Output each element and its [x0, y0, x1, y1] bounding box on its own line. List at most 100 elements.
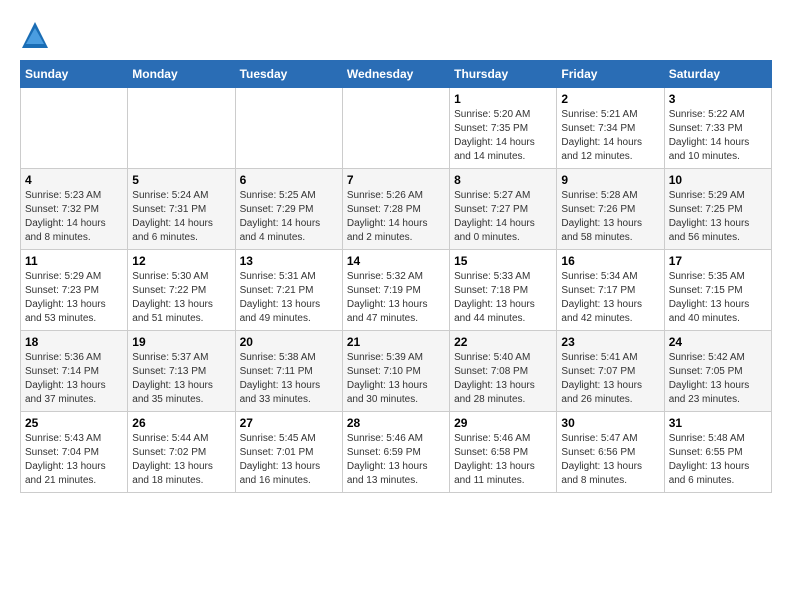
calendar-cell: 2 Sunrise: 5:21 AM Sunset: 7:34 PM Daylig… [557, 88, 664, 169]
day-content: Sunrise: 5:37 AM Sunset: 7:13 PM Dayligh… [132, 351, 230, 407]
day-number: 1 [454, 92, 552, 106]
calendar-cell: 27 Sunrise: 5:45 AM Sunset: 7:01 PM Dayli… [235, 412, 342, 493]
day-number: 24 [669, 335, 767, 349]
day-content: Sunrise: 5:38 AM Sunset: 7:11 PM Dayligh… [240, 351, 338, 407]
day-number: 25 [25, 416, 123, 430]
calendar-cell: 22Sunrise: 5:40 AM Sunset: 7:08 PM Dayli… [450, 331, 557, 412]
header-tuesday: Tuesday [235, 61, 342, 88]
day-content: Sunrise: 5:46 AM Sunset: 6:58 PM Dayligh… [454, 432, 552, 488]
header-saturday: Saturday [664, 61, 771, 88]
day-number: 7 [347, 173, 445, 187]
day-number: 19 [132, 335, 230, 349]
calendar-cell: 26 Sunrise: 5:44 AM Sunset: 7:02 PM Dayli… [128, 412, 235, 493]
day-number: 21 [347, 335, 445, 349]
day-number: 9 [561, 173, 659, 187]
calendar-cell: 21Sunrise: 5:39 AM Sunset: 7:10 PM Dayli… [342, 331, 449, 412]
day-number: 8 [454, 173, 552, 187]
day-number: 11 [25, 254, 123, 268]
calendar-cell [342, 88, 449, 169]
day-content: Sunrise: 5:28 AM Sunset: 7:26 PM Dayligh… [561, 189, 659, 245]
day-content: Sunrise: 5:29 AM Sunset: 7:23 PM Dayligh… [25, 270, 123, 326]
day-content: Sunrise: 5:25 AM Sunset: 7:29 PM Dayligh… [240, 189, 338, 245]
week-row-4: 18 Sunrise: 5:36 AM Sunset: 7:14 PM Dayli… [21, 331, 772, 412]
day-number: 20 [240, 335, 338, 349]
day-content: Sunrise: 5:45 AM Sunset: 7:01 PM Dayligh… [240, 432, 338, 488]
day-content: Sunrise: 5:26 AM Sunset: 7:28 PM Dayligh… [347, 189, 445, 245]
day-number: 23 [561, 335, 659, 349]
calendar-cell: 17 Sunrise: 5:35 AM Sunset: 7:15 PM Dayli… [664, 250, 771, 331]
day-number: 2 [561, 92, 659, 106]
calendar-cell: 1 Sunrise: 5:20 AM Sunset: 7:35 PM Daylig… [450, 88, 557, 169]
day-number: 3 [669, 92, 767, 106]
calendar-cell: 12 Sunrise: 5:30 AM Sunset: 7:22 PM Dayli… [128, 250, 235, 331]
day-number: 10 [669, 173, 767, 187]
day-content: Sunrise: 5:41 AM Sunset: 7:07 PM Dayligh… [561, 351, 659, 407]
calendar-body: 1 Sunrise: 5:20 AM Sunset: 7:35 PM Daylig… [21, 88, 772, 493]
calendar-cell: 14Sunrise: 5:32 AM Sunset: 7:19 PM Dayli… [342, 250, 449, 331]
header-friday: Friday [557, 61, 664, 88]
day-content: Sunrise: 5:48 AM Sunset: 6:55 PM Dayligh… [669, 432, 767, 488]
day-number: 27 [240, 416, 338, 430]
day-content: Sunrise: 5:33 AM Sunset: 7:18 PM Dayligh… [454, 270, 552, 326]
calendar-cell: 30Sunrise: 5:47 AM Sunset: 6:56 PM Dayli… [557, 412, 664, 493]
day-content: Sunrise: 5:21 AM Sunset: 7:34 PM Dayligh… [561, 108, 659, 164]
day-number: 13 [240, 254, 338, 268]
calendar-cell: 24Sunrise: 5:42 AM Sunset: 7:05 PM Dayli… [664, 331, 771, 412]
page-header [20, 20, 772, 50]
day-number: 12 [132, 254, 230, 268]
day-content: Sunrise: 5:44 AM Sunset: 7:02 PM Dayligh… [132, 432, 230, 488]
calendar-cell: 18 Sunrise: 5:36 AM Sunset: 7:14 PM Dayli… [21, 331, 128, 412]
calendar-cell: 9 Sunrise: 5:28 AM Sunset: 7:26 PM Daylig… [557, 169, 664, 250]
day-number: 18 [25, 335, 123, 349]
calendar-cell: 19 Sunrise: 5:37 AM Sunset: 7:13 PM Dayli… [128, 331, 235, 412]
calendar-cell: 8Sunrise: 5:27 AM Sunset: 7:27 PM Daylig… [450, 169, 557, 250]
day-number: 29 [454, 416, 552, 430]
day-content: Sunrise: 5:43 AM Sunset: 7:04 PM Dayligh… [25, 432, 123, 488]
header-wednesday: Wednesday [342, 61, 449, 88]
week-row-2: 4Sunrise: 5:23 AM Sunset: 7:32 PM Daylig… [21, 169, 772, 250]
calendar-cell: 5Sunrise: 5:24 AM Sunset: 7:31 PM Daylig… [128, 169, 235, 250]
day-content: Sunrise: 5:31 AM Sunset: 7:21 PM Dayligh… [240, 270, 338, 326]
day-content: Sunrise: 5:47 AM Sunset: 6:56 PM Dayligh… [561, 432, 659, 488]
day-content: Sunrise: 5:32 AM Sunset: 7:19 PM Dayligh… [347, 270, 445, 326]
calendar-cell: 23 Sunrise: 5:41 AM Sunset: 7:07 PM Dayli… [557, 331, 664, 412]
day-content: Sunrise: 5:35 AM Sunset: 7:15 PM Dayligh… [669, 270, 767, 326]
calendar-cell [235, 88, 342, 169]
day-content: Sunrise: 5:22 AM Sunset: 7:33 PM Dayligh… [669, 108, 767, 164]
calendar-cell: 16 Sunrise: 5:34 AM Sunset: 7:17 PM Dayli… [557, 250, 664, 331]
calendar-cell: 20 Sunrise: 5:38 AM Sunset: 7:11 PM Dayli… [235, 331, 342, 412]
day-content: Sunrise: 5:34 AM Sunset: 7:17 PM Dayligh… [561, 270, 659, 326]
day-content: Sunrise: 5:40 AM Sunset: 7:08 PM Dayligh… [454, 351, 552, 407]
day-number: 6 [240, 173, 338, 187]
calendar-cell: 31 Sunrise: 5:48 AM Sunset: 6:55 PM Dayli… [664, 412, 771, 493]
day-content: Sunrise: 5:20 AM Sunset: 7:35 PM Dayligh… [454, 108, 552, 164]
calendar-cell: 6 Sunrise: 5:25 AM Sunset: 7:29 PM Daylig… [235, 169, 342, 250]
calendar-cell [21, 88, 128, 169]
day-number: 26 [132, 416, 230, 430]
day-number: 17 [669, 254, 767, 268]
day-content: Sunrise: 5:30 AM Sunset: 7:22 PM Dayligh… [132, 270, 230, 326]
calendar-cell: 10 Sunrise: 5:29 AM Sunset: 7:25 PM Dayli… [664, 169, 771, 250]
calendar-cell: 15Sunrise: 5:33 AM Sunset: 7:18 PM Dayli… [450, 250, 557, 331]
calendar-cell: 7 Sunrise: 5:26 AM Sunset: 7:28 PM Daylig… [342, 169, 449, 250]
day-number: 16 [561, 254, 659, 268]
calendar-cell: 4Sunrise: 5:23 AM Sunset: 7:32 PM Daylig… [21, 169, 128, 250]
day-number: 5 [132, 173, 230, 187]
calendar: SundayMondayTuesdayWednesdayThursdayFrid… [20, 60, 772, 493]
day-content: Sunrise: 5:46 AM Sunset: 6:59 PM Dayligh… [347, 432, 445, 488]
logo [20, 20, 54, 50]
calendar-cell: 28 Sunrise: 5:46 AM Sunset: 6:59 PM Dayli… [342, 412, 449, 493]
week-row-5: 25 Sunrise: 5:43 AM Sunset: 7:04 PM Dayli… [21, 412, 772, 493]
day-number: 28 [347, 416, 445, 430]
day-number: 4 [25, 173, 123, 187]
calendar-cell: 29 Sunrise: 5:46 AM Sunset: 6:58 PM Dayli… [450, 412, 557, 493]
calendar-cell: 25 Sunrise: 5:43 AM Sunset: 7:04 PM Dayli… [21, 412, 128, 493]
week-row-3: 11 Sunrise: 5:29 AM Sunset: 7:23 PM Dayli… [21, 250, 772, 331]
calendar-cell: 11 Sunrise: 5:29 AM Sunset: 7:23 PM Dayli… [21, 250, 128, 331]
day-content: Sunrise: 5:36 AM Sunset: 7:14 PM Dayligh… [25, 351, 123, 407]
day-content: Sunrise: 5:29 AM Sunset: 7:25 PM Dayligh… [669, 189, 767, 245]
header-thursday: Thursday [450, 61, 557, 88]
day-number: 31 [669, 416, 767, 430]
week-row-1: 1 Sunrise: 5:20 AM Sunset: 7:35 PM Daylig… [21, 88, 772, 169]
header-sunday: Sunday [21, 61, 128, 88]
